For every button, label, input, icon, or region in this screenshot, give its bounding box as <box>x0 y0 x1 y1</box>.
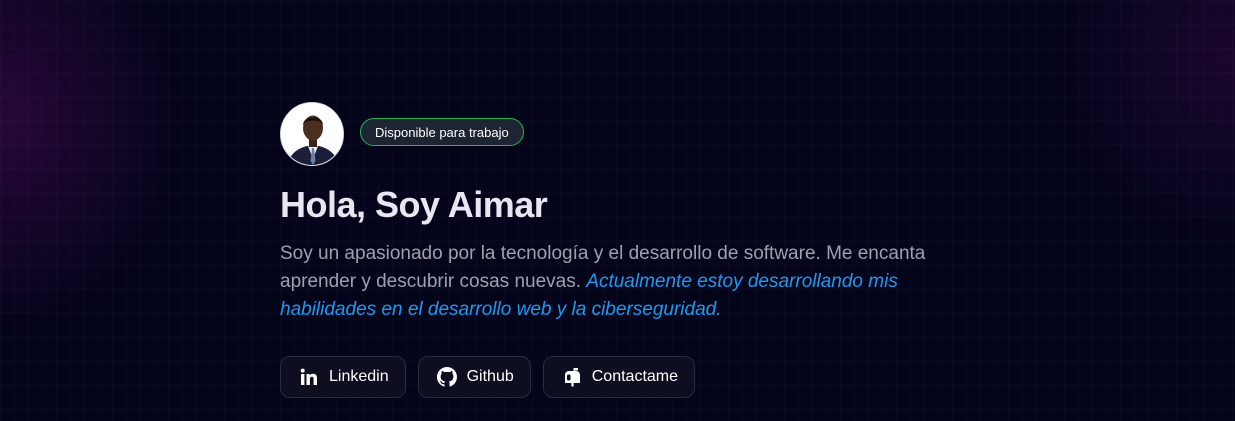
hero-section: Disponible para trabajo Hola, Soy Aimar … <box>280 100 980 398</box>
linkedin-button[interactable]: Linkedin <box>280 356 406 398</box>
github-label: Github <box>466 368 514 385</box>
page-title: Hola, Soy Aimar <box>280 184 548 225</box>
github-button[interactable]: Github <box>417 356 531 398</box>
availability-badge: Disponible para trabajo <box>360 118 524 146</box>
profile-description: Soy un apasionado por la tecnología y el… <box>280 240 980 324</box>
contact-button[interactable]: Contactame <box>542 356 696 398</box>
mailbox-icon <box>562 367 582 387</box>
avatar-photo <box>281 103 343 165</box>
github-icon <box>436 367 457 387</box>
social-links: Linkedin Github Contactame <box>280 356 980 398</box>
linkedin-label: Linkedin <box>329 368 389 385</box>
hero-header-row: Disponible para trabajo <box>280 100 980 168</box>
avatar <box>280 102 344 166</box>
linkedin-icon <box>299 367 319 387</box>
contact-label: Contactame <box>591 368 679 385</box>
